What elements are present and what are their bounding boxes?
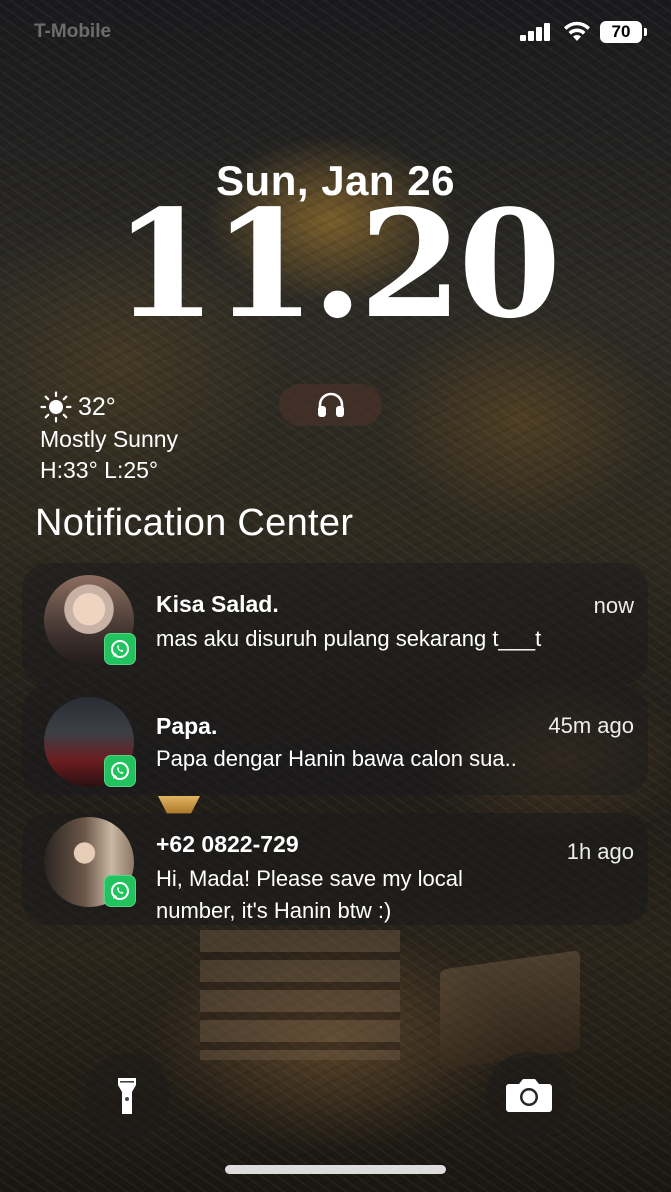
camera-button[interactable] (486, 1052, 572, 1138)
status-bar: T-Mobile 70 (0, 0, 671, 60)
camera-icon (506, 1079, 552, 1112)
notification-sender: Kisa Salad. (156, 591, 279, 617)
notification-message: Papa dengar Hanin bawa calon sua.. (156, 746, 517, 771)
wallpaper-steps (200, 930, 400, 1060)
carrier-name: T-Mobile (34, 21, 112, 42)
now-playing-widget[interactable] (279, 384, 382, 426)
flashlight-button[interactable] (84, 1053, 170, 1139)
weather-condition: Mostly Sunny (40, 426, 179, 452)
notification-message: mas aku disuruh pulang sekarang t___t (156, 626, 542, 651)
wifi-icon (564, 21, 590, 41)
flashlight-icon (118, 1078, 136, 1114)
wallpaper-bench (440, 950, 580, 1070)
notification-item[interactable]: Papa. 45m ago Papa dengar Hanin bawa cal… (22, 685, 648, 795)
battery-indicator: 70 (600, 21, 647, 43)
battery-percentage: 70 (611, 22, 631, 41)
cellular-signal-icon (520, 23, 552, 41)
weather-temperature: 32° (78, 392, 116, 421)
notification-sender: Papa. (156, 713, 218, 739)
notification-time: now (593, 593, 634, 618)
whatsapp-icon (104, 875, 136, 907)
notification-time: 45m ago (548, 713, 634, 738)
sun-icon (40, 391, 72, 423)
notification-time: 1h ago (566, 839, 634, 864)
lock-time: 11.20 (113, 177, 561, 351)
notification-message: Hi, Mada! Please save my local number, i… (156, 866, 463, 923)
notification-center-title: Notification Center (35, 502, 354, 544)
home-indicator[interactable] (225, 1165, 446, 1174)
notification-item[interactable]: Kisa Salad. now mas aku disuruh pulang s… (22, 563, 648, 685)
headphones-icon (317, 392, 344, 417)
wallpaper-lamp (158, 796, 200, 814)
lock-screen: T-Mobile 70 Sun, Jan 26 11.20 32° Mostly… (0, 0, 671, 1192)
notification-sender: +62 0822-729 (156, 831, 299, 857)
whatsapp-icon (104, 755, 136, 787)
weather-high-low: H:33° L:25° (40, 457, 159, 483)
weather-widget[interactable]: 32° Mostly Sunny H:33° L:25° (40, 390, 178, 486)
notification-item[interactable]: +62 0822-729 1h ago Hi, Mada! Please sav… (22, 813, 648, 925)
whatsapp-icon (104, 633, 136, 665)
